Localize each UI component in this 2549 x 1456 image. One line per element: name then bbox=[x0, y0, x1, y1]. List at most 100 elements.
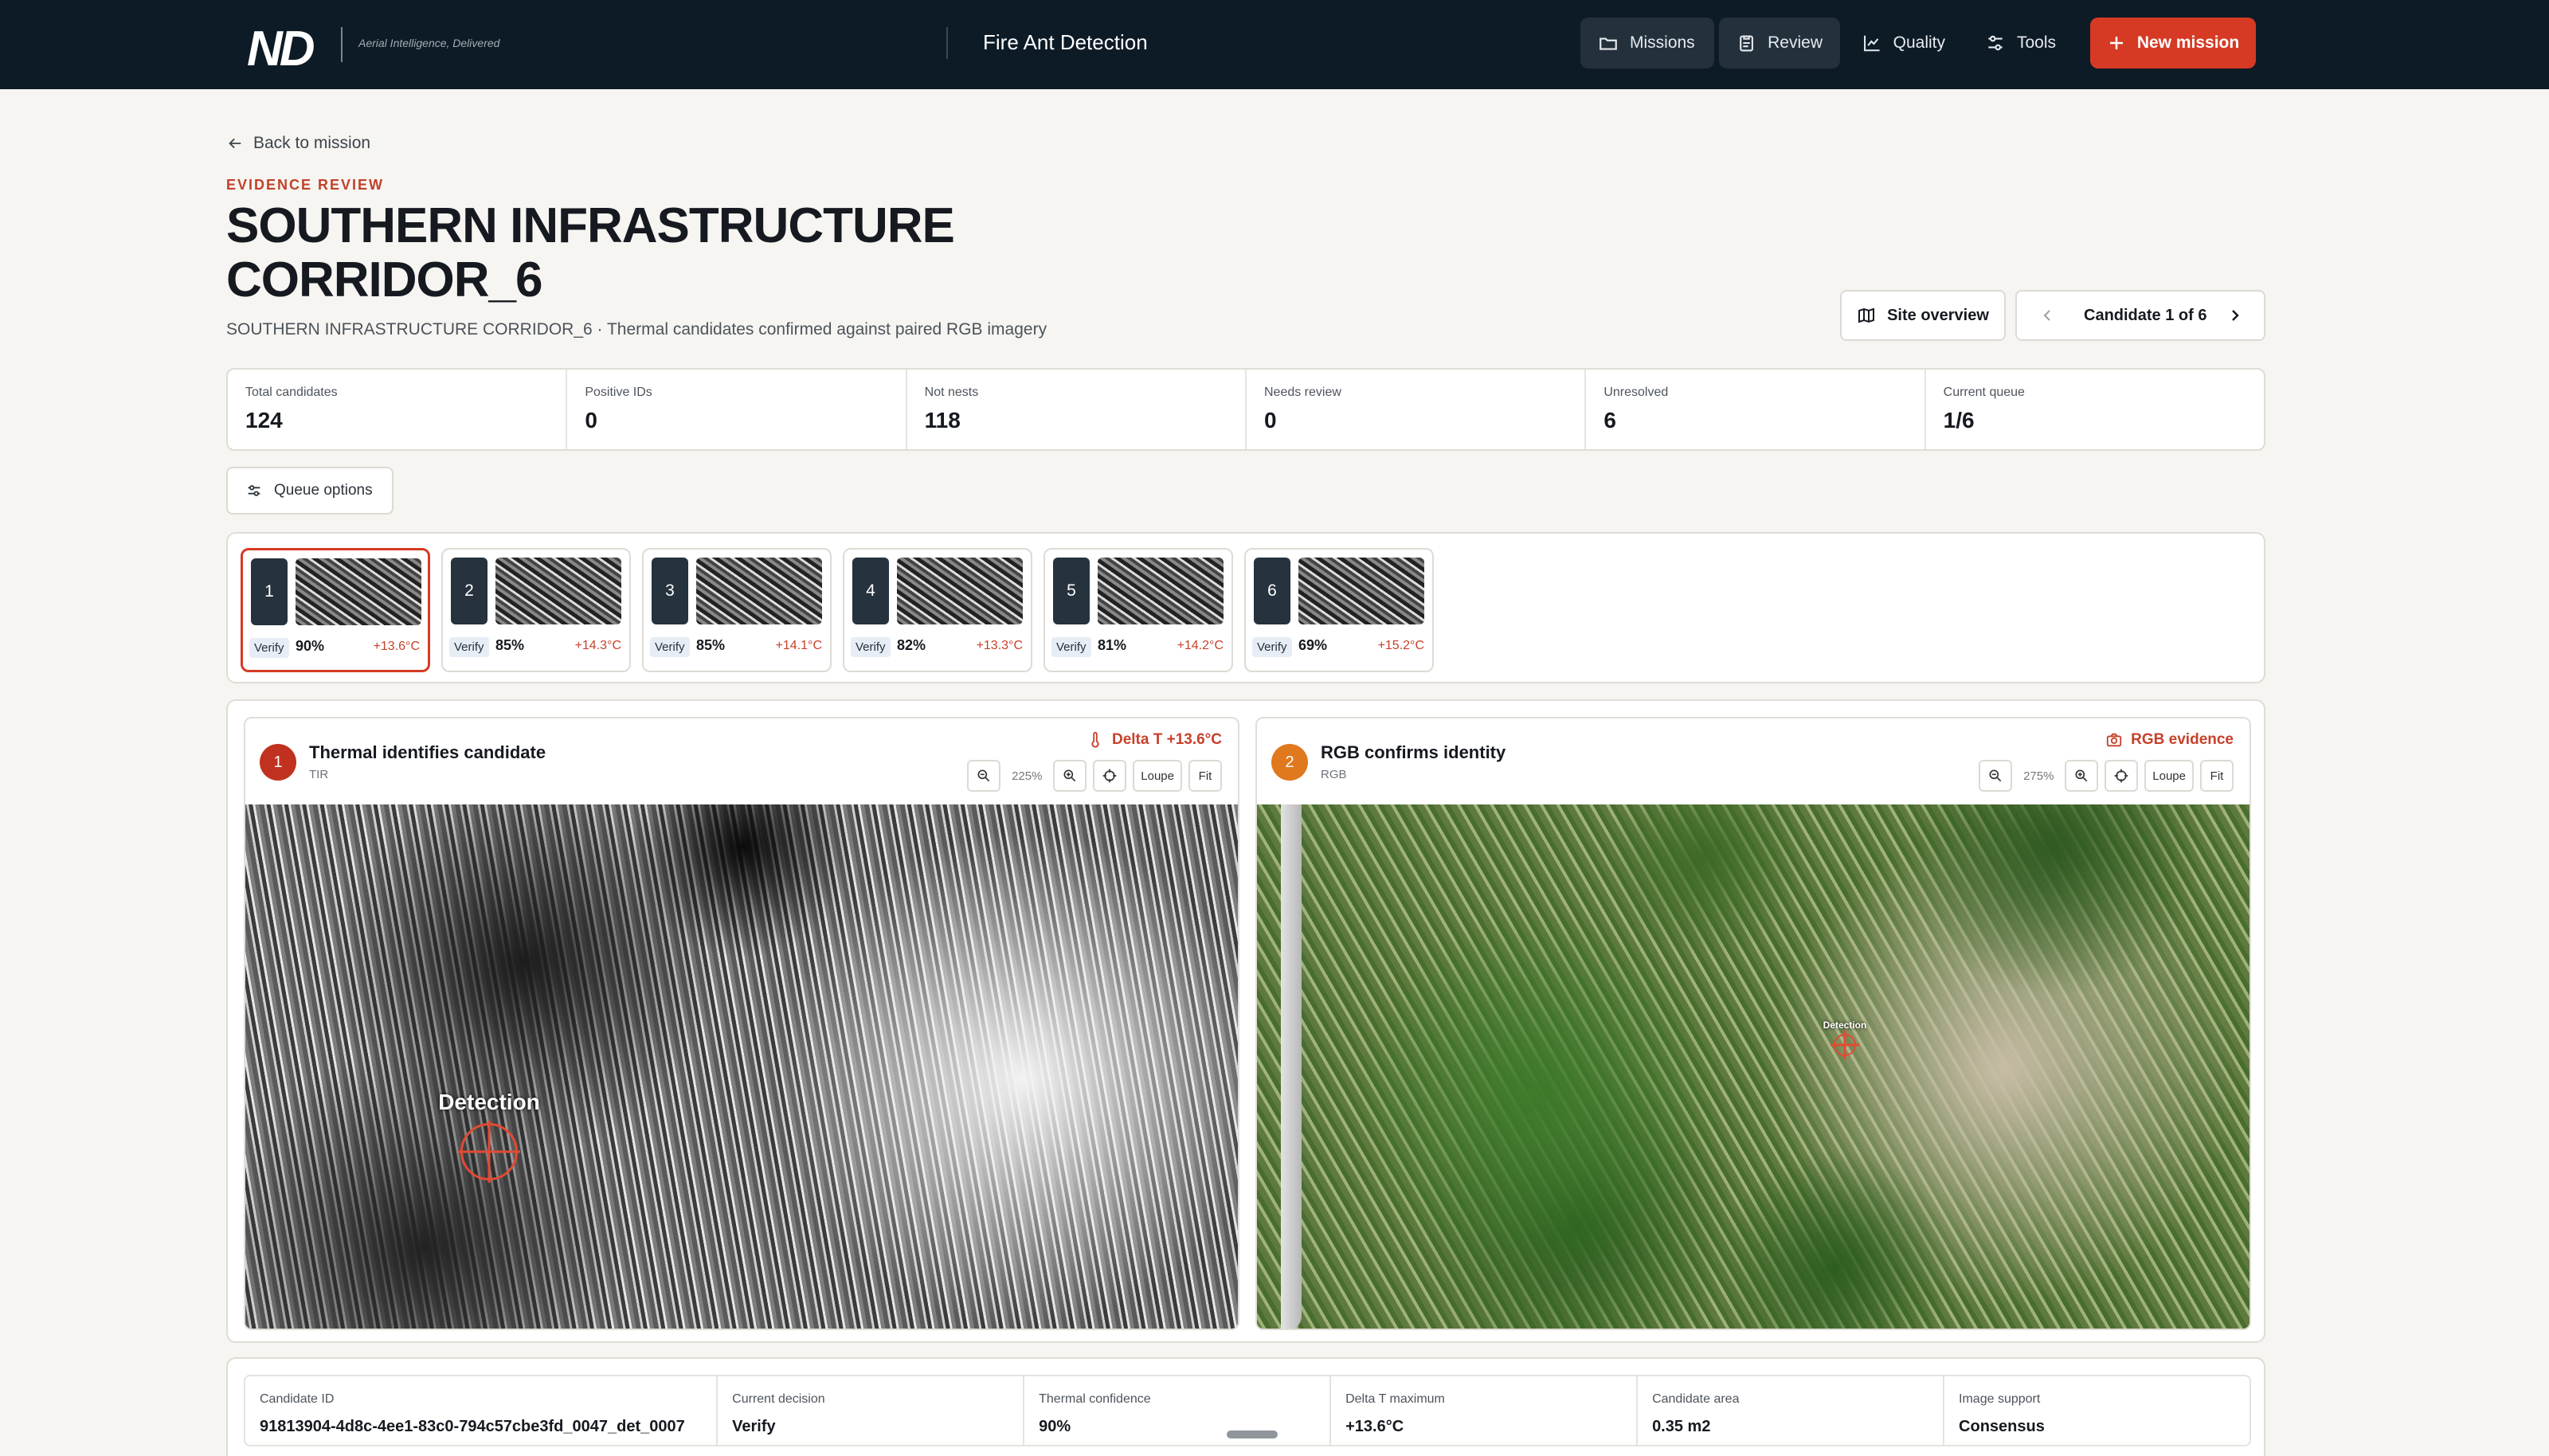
detail-value: 91813904-4d8c-4ee1-83c0-794c57cbe3fd_004… bbox=[260, 1418, 685, 1435]
zoom-out-icon bbox=[977, 769, 990, 782]
rgb-image[interactable]: Detection bbox=[1257, 804, 2249, 1329]
candidate-thumb-6[interactable]: 6 Verify 69% +15.2°C bbox=[1244, 548, 1434, 672]
brand-tagline: Aerial Intelligence, Delivered bbox=[358, 37, 500, 49]
candidate-number: 6 bbox=[1254, 558, 1290, 624]
detection-reticle-icon bbox=[1834, 1034, 1856, 1056]
detail-label: Delta T maximum bbox=[1345, 1392, 1445, 1406]
candidate-thumb-5[interactable]: 5 Verify 81% +14.2°C bbox=[1043, 548, 1233, 672]
detail-value: Consensus bbox=[1959, 1418, 2045, 1435]
loupe-button[interactable]: Loupe bbox=[2144, 760, 2194, 792]
sliders-icon bbox=[1988, 35, 2003, 51]
candidate-status: Verify bbox=[249, 638, 289, 658]
folder-icon bbox=[1599, 37, 1617, 50]
delta-t-label: Delta T +13.6°C bbox=[1111, 731, 1222, 748]
top-navigation-bar: ND Aerial Intelligence, Delivered Fire A… bbox=[0, 0, 2549, 89]
back-to-mission-link[interactable]: Back to mission bbox=[226, 134, 370, 153]
header-divider bbox=[946, 27, 948, 59]
stat-not-nests: Not nests 118 bbox=[907, 370, 1247, 449]
recenter-button[interactable] bbox=[1093, 760, 1127, 792]
rgb-zoom-controls: 275% Loupe Fit bbox=[1979, 760, 2234, 792]
zoom-in-button[interactable] bbox=[2065, 760, 2099, 792]
crosshair-icon bbox=[2114, 769, 2128, 783]
detail-label: Current decision bbox=[732, 1392, 825, 1406]
new-mission-label: New mission bbox=[2136, 33, 2240, 52]
candidate-number: 1 bbox=[251, 558, 288, 625]
evidence-panels: 1 Thermal identifies candidate TIR Delta… bbox=[226, 699, 2265, 1343]
new-mission-button[interactable]: New mission bbox=[2090, 18, 2256, 68]
candidate-delta: +14.2°C bbox=[1177, 639, 1224, 652]
candidate-counter: Candidate 1 of 6 bbox=[2084, 306, 2207, 324]
queue-options-button[interactable]: Queue options bbox=[226, 467, 394, 515]
candidate-status: Verify bbox=[449, 637, 489, 657]
candidate-number: 2 bbox=[451, 558, 487, 624]
delta-t-tag: Delta T +13.6°C bbox=[1087, 731, 1222, 749]
candidate-delta: +15.2°C bbox=[1377, 639, 1424, 652]
site-overview-button[interactable]: Site overview bbox=[1840, 290, 2006, 341]
candidate-status: Verify bbox=[1051, 637, 1091, 657]
stat-label: Positive IDs bbox=[585, 386, 652, 399]
nav-quality-label: Quality bbox=[1893, 33, 1945, 52]
candidate-thumbnail-image bbox=[296, 558, 421, 625]
site-overview-label: Site overview bbox=[1887, 306, 1989, 324]
candidate-confidence: 85% bbox=[495, 637, 525, 653]
nav-quality[interactable]: Quality bbox=[1845, 18, 1963, 68]
zoom-out-button[interactable] bbox=[1979, 760, 2013, 792]
drag-handle[interactable] bbox=[1227, 1431, 1278, 1438]
detection-reticle-icon bbox=[460, 1123, 518, 1180]
logo-divider bbox=[341, 27, 343, 62]
zoom-in-button[interactable] bbox=[1053, 760, 1087, 792]
rgb-evidence-label: RGB evidence bbox=[2131, 731, 2234, 748]
chevron-left-icon[interactable] bbox=[2038, 306, 2057, 325]
candidate-thumb-3[interactable]: 3 Verify 85% +14.1°C bbox=[642, 548, 832, 672]
detection-marker[interactable]: Detection bbox=[433, 1090, 545, 1180]
candidate-thumb-2[interactable]: 2 Verify 85% +14.3°C bbox=[441, 548, 631, 672]
brand-logo[interactable]: ND bbox=[247, 21, 315, 77]
zoom-out-icon bbox=[1989, 769, 2002, 782]
detail-delta-t-maximum: Delta T maximum +13.6°C bbox=[1331, 1376, 1639, 1445]
candidate-thumb-1[interactable]: 1 Verify 90% +13.6°C bbox=[241, 548, 430, 672]
nav-review-label: Review bbox=[1768, 33, 1823, 52]
recenter-button[interactable] bbox=[2105, 760, 2139, 792]
candidate-confidence: 82% bbox=[897, 637, 926, 653]
detail-candidate-area: Candidate area 0.35 m2 bbox=[1638, 1376, 1945, 1445]
nav-tools[interactable]: Tools bbox=[1968, 18, 2076, 68]
candidate-number: 3 bbox=[652, 558, 688, 624]
nav-review[interactable]: Review bbox=[1719, 18, 1840, 68]
stat-current-queue: Current queue 1/6 bbox=[1926, 370, 2264, 449]
stat-value: 0 bbox=[585, 408, 597, 432]
zoom-out-button[interactable] bbox=[967, 760, 1001, 792]
fit-button[interactable]: Fit bbox=[1188, 760, 1222, 792]
candidate-details: Candidate ID 91813904-4d8c-4ee1-83c0-794c… bbox=[226, 1357, 2265, 1456]
stat-label: Not nests bbox=[924, 386, 979, 399]
nav-tools-label: Tools bbox=[2017, 33, 2057, 52]
stat-positive-ids: Positive IDs 0 bbox=[567, 370, 907, 449]
rgb-panel-title: RGB confirms identity bbox=[1321, 742, 1506, 762]
stat-total-candidates: Total candidates 124 bbox=[228, 370, 568, 449]
plus-icon bbox=[2109, 37, 2123, 49]
back-label: Back to mission bbox=[253, 134, 371, 152]
crosshair-icon bbox=[1102, 769, 1117, 783]
step-badge: 2 bbox=[1271, 744, 1308, 781]
sliders-icon bbox=[248, 485, 260, 496]
nav-missions-label: Missions bbox=[1630, 33, 1695, 52]
detection-marker[interactable]: Detection bbox=[1813, 1020, 1877, 1056]
detection-label: Detection bbox=[438, 1090, 540, 1114]
stat-label: Current queue bbox=[1943, 386, 2025, 399]
candidate-status: Verify bbox=[851, 637, 891, 657]
rgb-evidence-tag: RGB evidence bbox=[2105, 731, 2234, 749]
candidate-thumb-4[interactable]: 4 Verify 82% +13.3°C bbox=[843, 548, 1032, 672]
zoom-level: 225% bbox=[1012, 769, 1043, 783]
thermal-panel-subtitle: TIR bbox=[309, 768, 329, 781]
stat-label: Total candidates bbox=[245, 386, 338, 399]
nav-missions[interactable]: Missions bbox=[1580, 18, 1714, 68]
loupe-button[interactable]: Loupe bbox=[1133, 760, 1182, 792]
detail-value: Verify bbox=[732, 1418, 776, 1435]
rgb-panel: 2 RGB confirms identity RGB RGB evidence… bbox=[1255, 717, 2251, 1330]
thermal-panel-title: Thermal identifies candidate bbox=[309, 742, 546, 762]
stat-needs-review: Needs review 0 bbox=[1247, 370, 1587, 449]
candidate-thumbnail-image bbox=[1298, 558, 1424, 624]
detail-label: Image support bbox=[1959, 1392, 2041, 1406]
fit-button[interactable]: Fit bbox=[2200, 760, 2234, 792]
chevron-right-icon[interactable] bbox=[2226, 306, 2245, 325]
thermal-image[interactable]: Detection bbox=[245, 804, 1238, 1329]
